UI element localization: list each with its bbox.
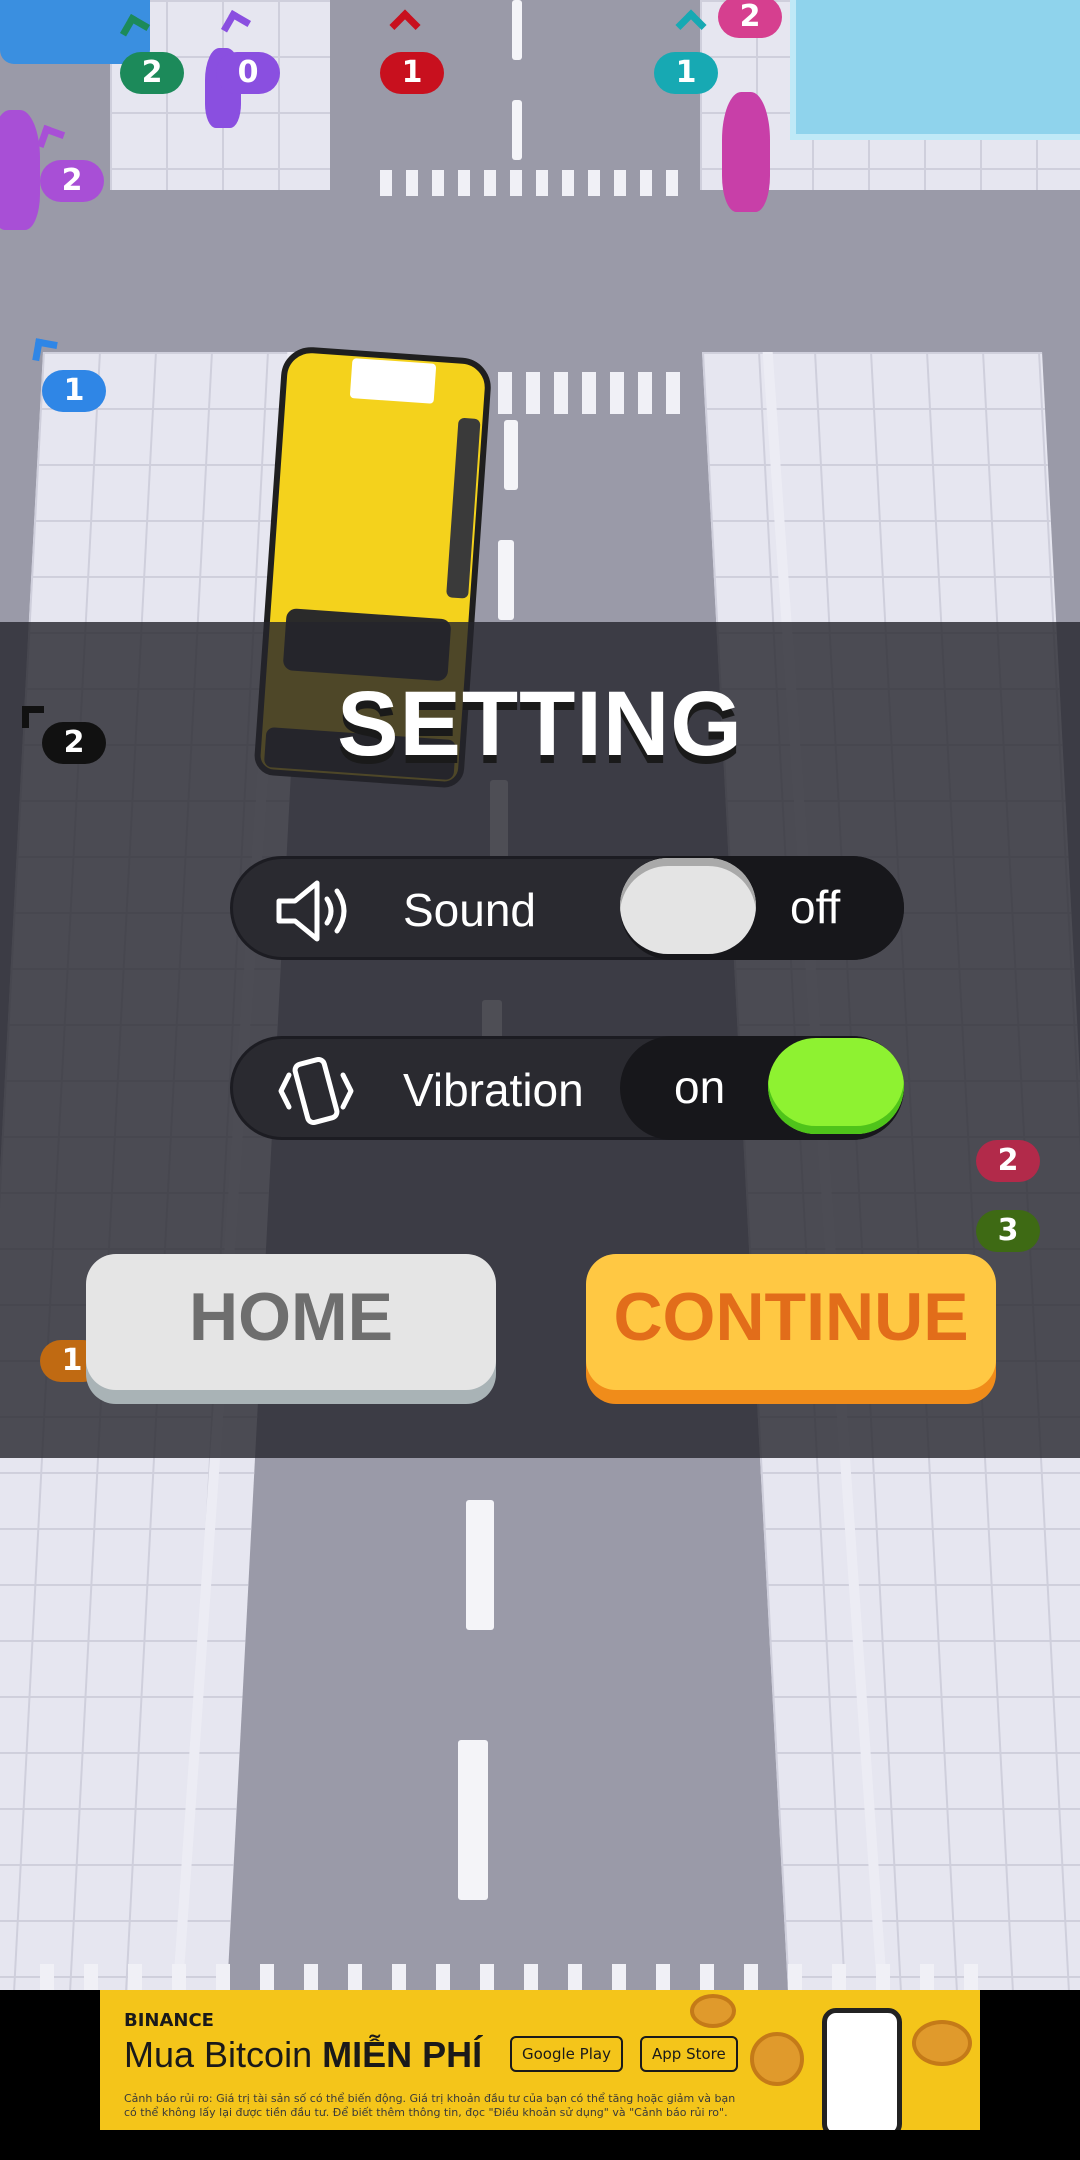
player-tag: 2 <box>718 0 782 38</box>
violet-character <box>0 110 40 230</box>
tag-pointer <box>32 338 58 364</box>
tag-pointer <box>36 124 66 154</box>
vibration-toggle[interactable]: on <box>620 1036 904 1140</box>
ad-headline-prefix: Mua Bitcoin <box>124 2034 323 2075</box>
player-tag: 0 <box>216 52 280 94</box>
settings-overlay: 2 2 3 1 SETTING Sound off Vibration on H… <box>0 622 1080 1458</box>
crosswalk-top <box>380 170 678 196</box>
lane-dash <box>466 1500 494 1630</box>
sound-label: Sound <box>403 884 537 936</box>
crosswalk-bottom <box>40 1964 978 1990</box>
ad-headline-bold: MIỄN PHÍ <box>322 2034 483 2075</box>
vibration-setting-row: Vibration on <box>230 1036 904 1140</box>
continue-button[interactable]: CONTINUE <box>586 1254 996 1390</box>
home-button[interactable]: HOME <box>86 1254 496 1390</box>
vibration-state-text: on <box>674 1061 726 1113</box>
player-tag: 1 <box>380 52 444 94</box>
ad-brand: BINANCE <box>124 2010 214 2031</box>
player-tag: 2 <box>120 52 184 94</box>
phone-icon <box>822 2008 902 2130</box>
player-tag: 1 <box>42 370 106 412</box>
google-play-badge[interactable]: Google Play <box>510 2036 623 2072</box>
building <box>790 0 1080 140</box>
player-tag: 2 <box>976 1140 1040 1182</box>
player-tag: 3 <box>976 1210 1040 1252</box>
sound-toggle[interactable]: off <box>620 856 904 960</box>
ad-bar: BINANCE Mua Bitcoin MIỄN PHÍ Google Play… <box>0 1990 1080 2160</box>
toggle-knob[interactable] <box>620 858 756 954</box>
lane-dash <box>458 1740 488 1900</box>
coin-icon <box>690 1994 736 2028</box>
lane-dash <box>504 420 518 490</box>
sound-state-text: off <box>790 881 841 933</box>
coin-icon <box>750 2032 804 2086</box>
lane-dash <box>512 100 522 160</box>
crosswalk-mid <box>470 372 680 414</box>
toggle-knob[interactable] <box>768 1038 904 1134</box>
lane-dash <box>498 540 514 620</box>
speaker-icon <box>276 880 347 942</box>
ad-headline: Mua Bitcoin MIỄN PHÍ <box>124 2034 482 2076</box>
bus-roof-sign <box>349 358 437 404</box>
ad-banner[interactable]: BINANCE Mua Bitcoin MIỄN PHÍ Google Play… <box>100 1990 980 2130</box>
settings-title: SETTING <box>337 673 743 775</box>
vibration-icon <box>278 1057 354 1125</box>
lane-dash <box>512 0 522 60</box>
sound-setting-row: Sound off <box>230 856 904 960</box>
tag-pointer <box>389 9 421 41</box>
app-store-badge[interactable]: App Store <box>640 2036 738 2072</box>
magenta-police-character <box>722 92 770 212</box>
vibration-label: Vibration <box>403 1064 584 1116</box>
player-tag: 1 <box>654 52 718 94</box>
coin-icon <box>912 2020 972 2066</box>
player-tag: 2 <box>40 160 104 202</box>
ad-fine-print: Cảnh báo rủi ro: Giá trị tài sản số có t… <box>124 2092 736 2119</box>
